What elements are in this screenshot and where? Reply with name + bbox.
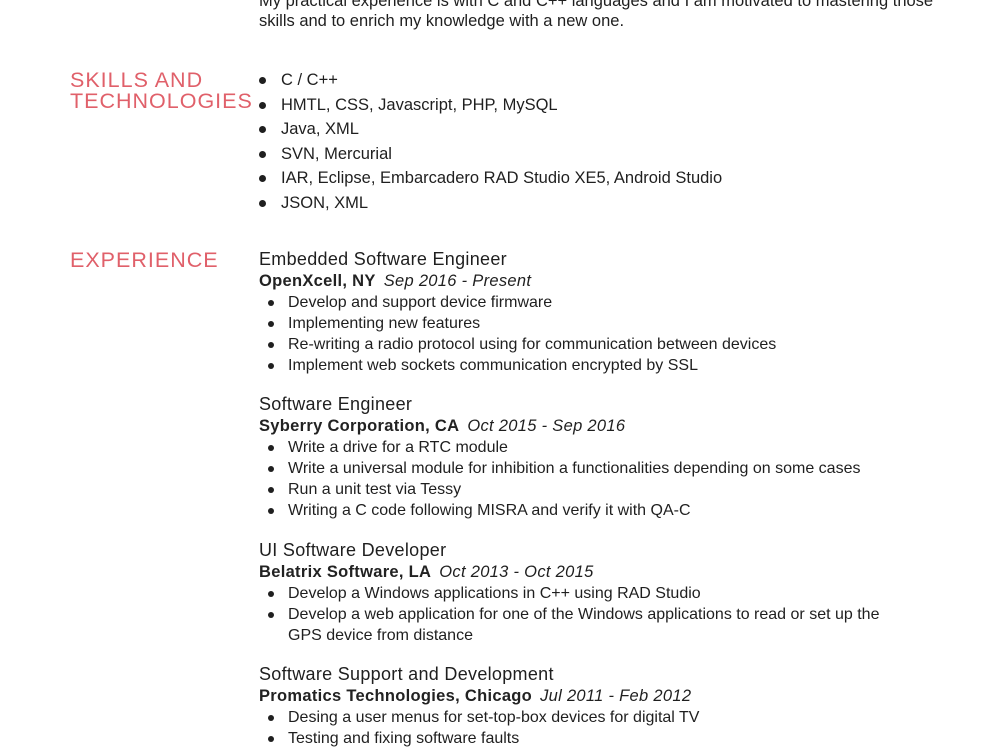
skill-text: HMTL, CSS, Javascript, PHP, MySQL (281, 95, 558, 114)
bullet-text: Develop a Windows applications in C++ us… (288, 585, 701, 602)
job-entry: Embedded Software Engineer OpenXcell, NY… (259, 248, 939, 376)
skills-section-title: SKILLS AND TECHNOLOGIES (70, 68, 253, 113)
experience-section-title: EXPERIENCE (70, 248, 219, 272)
bullet-text: Re-writing a radio protocol using for co… (288, 336, 777, 353)
job-bullet: Re-writing a radio protocol using for co… (259, 334, 939, 355)
bullet-text: Testing and fixing software faults (288, 730, 520, 747)
skill-item: C / C++ (259, 68, 722, 93)
bullet-icon (259, 101, 266, 109)
skill-text: Java, XML (281, 120, 359, 138)
bullet-icon (259, 150, 266, 158)
job-bullet: Run a unit test via Tessy (259, 479, 939, 500)
job-company-line: Promatics Technologies, Chicago Jul 2011 … (259, 685, 939, 707)
job-bullet: Desing a user menus for set-top-box devi… (259, 707, 939, 728)
skill-item: IAR, Eclipse, Embarcadero RAD Studio XE5… (259, 166, 722, 191)
job-bullet: Writing a C code following MISRA and ver… (259, 500, 939, 521)
skill-text: JSON, XML (281, 193, 369, 212)
bullet-text: Write a universal module for inhibition … (288, 460, 861, 477)
job-entry: Software Engineer Syberry Corporation, C… (259, 393, 939, 521)
skills-title-line1: SKILLS AND (70, 68, 204, 92)
job-bullet: Implement web sockets communication encr… (259, 355, 939, 376)
skill-item: JSON, XML (259, 191, 722, 216)
job-company-line: Syberry Corporation, CA Oct 2015 - Sep 20… (259, 415, 939, 437)
bullet-icon (259, 199, 266, 207)
bullet-icon (259, 175, 266, 182)
bullet-icon (259, 77, 266, 84)
bullet-text: Implement web sockets communication encr… (288, 357, 698, 374)
bullet-text: Run a unit test via Tessy (288, 481, 462, 498)
bullet-icon (268, 612, 274, 618)
company-name: Belatrix Software, LA (259, 563, 432, 581)
job-bullet: Write a universal module for inhibition … (259, 458, 939, 479)
company-name: Syberry Corporation, CA (259, 417, 460, 435)
bullet-text: Write a drive for a RTC module (288, 439, 508, 456)
job-dates: Oct 2015 - Sep 2016 (467, 417, 626, 435)
job-title: Software Engineer (259, 394, 413, 414)
company-name: Promatics Technologies, Chicago (259, 687, 533, 705)
bullet-text: Writing a C code following MISRA and ver… (288, 502, 691, 519)
job-bullet: Develop a Windows applications in C++ us… (259, 583, 939, 604)
job-dates: Jul 2011 - Feb 2012 (540, 687, 692, 705)
skill-text: SVN, Mercurial (281, 144, 392, 163)
bullet-icon (268, 445, 274, 451)
job-bullet: Develop and support device firmware (259, 292, 939, 313)
job-dates: Sep 2016 - Present (383, 272, 532, 290)
bullet-text: Implementing new features (288, 315, 481, 332)
job-bullets: Develop and support device firmware Impl… (259, 292, 939, 376)
bullet-icon (268, 300, 274, 306)
bullet-icon (268, 715, 274, 721)
skill-item: Java, XML (259, 117, 722, 142)
job-bullets: Desing a user menus for set-top-box devi… (259, 707, 939, 749)
bullet-icon (268, 487, 274, 493)
bullet-icon (268, 591, 274, 597)
job-title: UI Software Developer (259, 540, 447, 560)
bullet-icon (268, 736, 274, 742)
job-bullet: Write a drive for a RTC module (259, 437, 939, 458)
bullet-icon (268, 321, 274, 327)
job-bullet: Develop a web application for one of the… (259, 604, 939, 646)
job-title: Embedded Software Engineer (259, 249, 507, 269)
job-bullets: Write a drive for a RTC module Write a u… (259, 437, 939, 521)
skill-text: C / C++ (281, 71, 338, 89)
job-dates: Oct 2013 - Oct 2015 (439, 563, 594, 581)
bullet-icon (268, 363, 274, 369)
skill-item: SVN, Mercurial (259, 142, 722, 167)
job-entry: UI Software Developer Belatrix Software,… (259, 539, 939, 646)
job-title: Software Support and Development (259, 664, 554, 684)
skills-title-line2: TECHNOLOGIES (70, 89, 253, 113)
bullet-icon (268, 508, 274, 514)
bullet-icon (259, 126, 266, 133)
bullet-text: Develop and support device firmware (288, 294, 553, 311)
skill-item: HMTL, CSS, Javascript, PHP, MySQL (259, 93, 722, 118)
bullet-text: Develop a web application for one of the… (288, 606, 880, 644)
bullet-icon (268, 342, 274, 348)
skill-text: IAR, Eclipse, Embarcadero RAD Studio XE5… (281, 169, 723, 187)
summary-paragraph: My practical experience is with C and C+… (259, 0, 934, 30)
job-bullet: Testing and fixing software faults (259, 728, 939, 749)
job-entry: Software Support and Development Promati… (259, 663, 939, 749)
job-company-line: OpenXcell, NY Sep 2016 - Present (259, 270, 939, 292)
company-name: OpenXcell, NY (259, 272, 376, 290)
job-bullets: Develop a Windows applications in C++ us… (259, 583, 939, 646)
job-company-line: Belatrix Software, LA Oct 2013 - Oct 2015 (259, 561, 939, 583)
job-bullet: Implementing new features (259, 313, 939, 334)
bullet-icon (268, 466, 274, 472)
skills-list: C / C++ HMTL, CSS, Javascript, PHP, MySQ… (259, 68, 722, 215)
bullet-text: Desing a user menus for set-top-box devi… (288, 709, 700, 726)
